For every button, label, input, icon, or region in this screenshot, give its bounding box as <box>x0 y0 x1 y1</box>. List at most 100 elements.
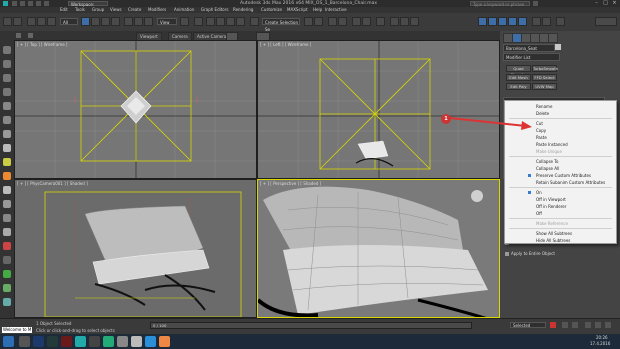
angle-snap-icon[interactable] <box>216 17 225 26</box>
layout-tab-icon[interactable] <box>3 144 11 152</box>
populate-icon[interactable] <box>542 17 551 26</box>
app-icon[interactable] <box>103 336 114 347</box>
modifier-button[interactable]: Quad Chamfer <box>506 65 531 77</box>
scale-icon[interactable] <box>144 17 153 26</box>
close-button[interactable]: × <box>610 0 619 7</box>
context-menu-item-off[interactable]: Off <box>505 210 616 217</box>
layout-tab-icon[interactable] <box>3 60 11 68</box>
save-file-icon[interactable] <box>28 1 33 6</box>
viewport-camera[interactable]: [ + ] [ PhysCamera001 ] [ Shaded ] <box>14 179 257 318</box>
selection-tools-icon[interactable] <box>518 17 527 26</box>
context-menu-item-paste[interactable]: Paste <box>505 134 616 141</box>
workspaces-button[interactable] <box>595 17 617 26</box>
select-by-name-icon[interactable] <box>91 17 100 26</box>
align-icon[interactable] <box>314 17 323 26</box>
redo-icon[interactable] <box>13 17 22 26</box>
pivot-center-icon[interactable] <box>180 17 189 26</box>
object-paint-icon[interactable] <box>532 17 541 26</box>
minimize-button[interactable]: – <box>592 0 601 7</box>
layout-tab-icon[interactable] <box>3 130 11 138</box>
open-file-icon[interactable] <box>20 1 25 6</box>
layout-tab-icon[interactable] <box>3 102 11 110</box>
context-menu-item-preserve-custom-attributes[interactable]: Preserve Custom Attributes <box>505 172 616 179</box>
rotate-icon[interactable] <box>134 17 143 26</box>
modifier-button[interactable]: UVW Map <box>532 83 557 90</box>
window-crossing-icon[interactable] <box>111 17 120 26</box>
undo-icon[interactable] <box>36 1 41 6</box>
freeform-icon[interactable] <box>508 17 517 26</box>
maximize-button[interactable]: □ <box>601 0 610 7</box>
context-menu-item-rename[interactable]: Rename <box>505 103 616 110</box>
skype-icon[interactable] <box>145 336 156 347</box>
context-menu-item-off-in-viewport[interactable]: Off in Viewport <box>505 196 616 203</box>
key-filter-dropdown[interactable]: Selected <box>510 322 546 328</box>
rendered-frame-window-icon[interactable] <box>400 17 409 26</box>
pan-icon[interactable] <box>595 322 601 328</box>
keyboard-shortcut-icon[interactable] <box>194 17 203 26</box>
selection-filter-dropdown[interactable]: All <box>60 18 78 25</box>
selection-region-icon[interactable] <box>101 17 110 26</box>
maxscript-listener[interactable]: Welcome to M <box>2 327 32 333</box>
named-selection-dropdown[interactable]: Create Selection Se <box>262 18 300 32</box>
layout-tab-icon[interactable] <box>3 172 11 180</box>
photoshop-icon[interactable] <box>33 336 44 347</box>
layout-tab-icon[interactable] <box>3 116 11 124</box>
select-object-icon[interactable] <box>81 17 90 26</box>
object-color-swatch[interactable] <box>555 44 561 50</box>
layout-tab-icon[interactable] <box>3 186 11 194</box>
layout-tab-icon[interactable] <box>3 214 11 222</box>
reference-coordinate-dropdown[interactable]: View <box>157 18 177 25</box>
bind-space-warp-icon[interactable] <box>47 17 56 26</box>
app-icon[interactable] <box>117 336 128 347</box>
viewport-left[interactable]: [ + ] [ Left ] [ Wireframe ] <box>257 40 500 179</box>
viewport-top[interactable]: [ + ] [ Top ] [ Wireframe ] <box>14 40 257 179</box>
view-cube-toggle-icon[interactable] <box>556 17 565 26</box>
context-menu-item-off-in-renderer[interactable]: Off in Renderer <box>505 203 616 210</box>
3dsmax-icon[interactable] <box>75 336 86 347</box>
layout-tab-icon[interactable] <box>3 88 11 96</box>
ribbon-toggle-icon[interactable] <box>478 17 487 26</box>
zoom-icon[interactable] <box>585 322 591 328</box>
link-icon[interactable] <box>27 17 36 26</box>
percent-snap-icon[interactable] <box>226 17 235 26</box>
context-menu-item-collapse-all[interactable]: Collapse All <box>505 165 616 172</box>
layout-tab-icon[interactable] <box>3 158 11 166</box>
object-name-field[interactable]: Barcelona_Seat <box>503 44 555 52</box>
chrome-icon[interactable] <box>159 336 170 347</box>
workspace-selector[interactable]: Workspace: Default <box>68 1 108 12</box>
modifier-button[interactable]: Edit Poly <box>506 83 531 90</box>
utilities-tab-icon[interactable] <box>548 33 558 43</box>
orbit-icon[interactable] <box>605 322 611 328</box>
undo-icon[interactable] <box>3 17 12 26</box>
layout-tab-icon[interactable] <box>3 256 11 264</box>
layout-tab-icon[interactable] <box>3 228 11 236</box>
edit-named-selection-icon[interactable] <box>250 17 259 26</box>
named-layout-icon[interactable] <box>28 33 33 38</box>
modifier-list-dropdown[interactable]: Modifier List <box>503 53 560 61</box>
curve-editor-icon[interactable] <box>352 17 361 26</box>
move-icon[interactable] <box>124 17 133 26</box>
context-menu-item-on[interactable]: On <box>505 189 616 196</box>
context-menu-item-paste-instanced[interactable]: Paste Instanced <box>505 141 616 148</box>
render-production-icon[interactable] <box>410 17 419 26</box>
layout-tab-icon[interactable] <box>3 200 11 208</box>
indesign-icon[interactable] <box>61 336 72 347</box>
scene-explorer-icon[interactable] <box>488 17 497 26</box>
search-input[interactable]: Type a keyword or phrase <box>470 1 530 7</box>
lightroom-icon[interactable] <box>47 336 58 347</box>
viewport-layout-icon[interactable] <box>16 33 21 38</box>
modifier-button[interactable]: Edit Mesh <box>506 74 531 81</box>
time-slider[interactable]: 0 / 100 <box>150 322 472 329</box>
app-icon[interactable] <box>131 336 142 347</box>
modifier-button[interactable]: FFD Select <box>532 74 557 81</box>
material-editor-icon[interactable] <box>376 17 385 26</box>
layer-explorer-icon[interactable] <box>328 17 337 26</box>
mirror-icon[interactable] <box>304 17 313 26</box>
auto-key-button[interactable] <box>550 322 556 328</box>
layout-tab-icon[interactable] <box>3 242 11 250</box>
checkbox-icon[interactable] <box>505 252 509 256</box>
new-file-icon[interactable] <box>12 1 17 6</box>
layout-tab-icon[interactable] <box>3 298 11 306</box>
windows-start-icon[interactable] <box>3 336 14 347</box>
context-menu-item-show-all-subtrees[interactable]: Show All Subtrees <box>505 230 616 237</box>
